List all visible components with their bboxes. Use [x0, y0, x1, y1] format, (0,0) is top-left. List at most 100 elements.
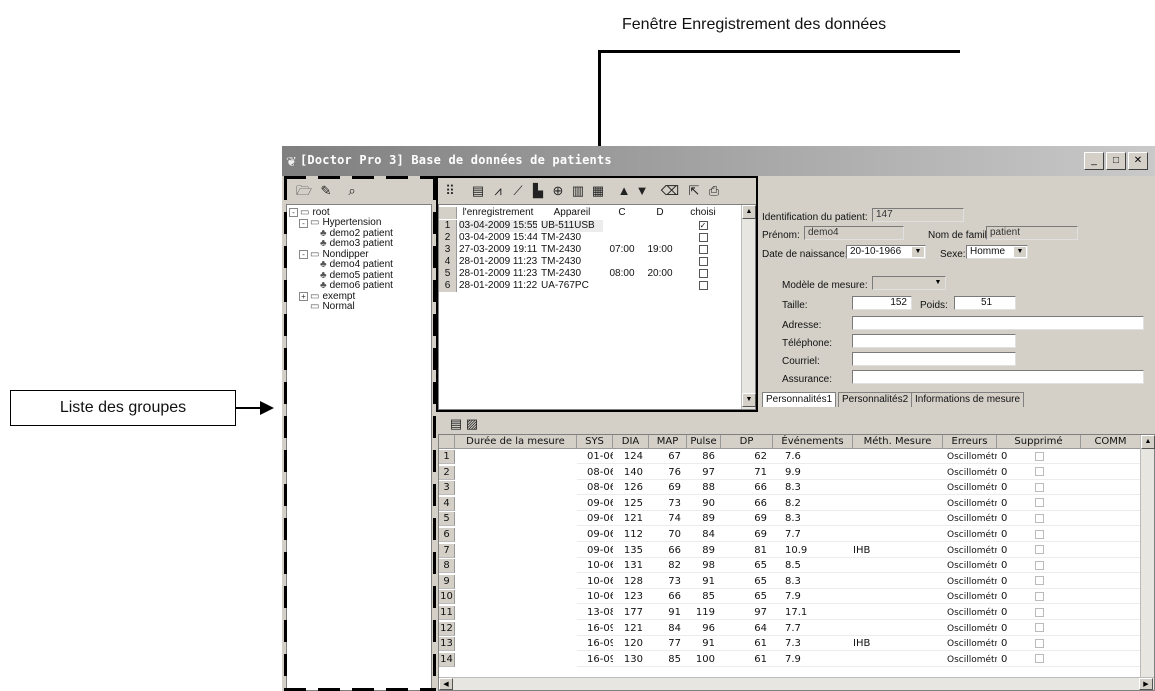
print-icon[interactable]: ⎙ [704, 181, 724, 201]
measures-column-header[interactable]: SYS [577, 435, 613, 449]
record-date[interactable]: 03-04-2009 15:55 [459, 220, 537, 232]
chevron-down-icon[interactable]: ▼ [1014, 247, 1026, 257]
tab-measure-info[interactable]: Informations de mesure [911, 392, 1025, 407]
measure-row-number[interactable]: 13 [439, 637, 455, 652]
tree-item[interactable]: ♣ demo3 patient [309, 239, 393, 250]
measures-column-header[interactable]: MAP [649, 435, 687, 449]
record-device[interactable]: TM-2430 [541, 268, 603, 280]
grid-icon[interactable]: ⠿ [440, 181, 460, 201]
measures-hscrollbar[interactable]: ◀ ▶ [439, 677, 1154, 690]
export-icon[interactable]: ⇱ [684, 181, 704, 201]
measure-deleted-checkbox[interactable] [1034, 545, 1044, 555]
measure-row-number[interactable]: 3 [439, 481, 455, 496]
measure-deleted-checkbox[interactable] [1034, 467, 1044, 477]
graph-view-icon[interactable]: ▨ [462, 414, 482, 434]
record-row-number[interactable]: 3 [439, 244, 457, 256]
lastname-field[interactable]: patient [986, 226, 1078, 240]
record-row-number[interactable]: 1 [439, 220, 457, 232]
birthdate-picker[interactable]: 20-10-1966 ▼ [846, 245, 926, 259]
measure-deleted-checkbox[interactable] [1034, 591, 1044, 601]
measure-deleted-checkbox[interactable] [1034, 451, 1044, 461]
record-checkbox[interactable]: ✓ [698, 220, 708, 230]
insurance-field[interactable] [852, 370, 1144, 384]
measure-row-number[interactable]: 8 [439, 559, 455, 574]
sort-down-icon[interactable]: ▼ [632, 181, 652, 201]
record-row-number[interactable]: 2 [439, 232, 457, 244]
measure-row-number[interactable]: 12 [439, 621, 455, 636]
phone-field[interactable] [852, 334, 1016, 348]
measure-deleted-checkbox[interactable] [1034, 623, 1044, 633]
record-row-number[interactable]: 4 [439, 256, 457, 268]
patient-id-field[interactable]: 147 [872, 208, 964, 222]
records-column-header[interactable]: D [643, 207, 677, 219]
measure-row-number[interactable]: 14 [439, 652, 455, 667]
record-row-number[interactable]: 5 [439, 268, 457, 280]
measures-column-header[interactable]: COMM [1081, 435, 1141, 449]
height-field[interactable]: 152 [852, 296, 912, 310]
measure-deleted-checkbox[interactable] [1034, 576, 1044, 586]
record-device[interactable]: UA-767PC [541, 280, 603, 292]
record-date[interactable]: 28-01-2009 11:22 [459, 280, 537, 292]
minimize-button[interactable]: _ [1084, 152, 1104, 170]
measure-deleted-checkbox[interactable] [1034, 482, 1044, 492]
histogram-icon[interactable]: ▥ [568, 181, 588, 201]
measure-row-number[interactable]: 4 [439, 496, 455, 511]
trend-chart-icon[interactable]: ⩘ [488, 181, 508, 201]
tree-item[interactable]: ♣ demo4 patient [309, 260, 393, 271]
record-device[interactable]: TM-2430 [541, 256, 603, 268]
records-scrollbar[interactable]: ▲ ▼ [741, 205, 756, 409]
record-device[interactable]: TM-2430 [541, 244, 603, 256]
measure-deleted-checkbox[interactable] [1034, 529, 1044, 539]
measure-row-number[interactable]: 2 [439, 465, 455, 480]
target-icon[interactable]: ⊕ [548, 181, 568, 201]
close-button[interactable]: ✕ [1128, 152, 1148, 170]
collapse-icon[interactable]: - [299, 250, 308, 259]
records-column-header[interactable]: choisi [685, 207, 721, 219]
records-column-header[interactable]: l'enregistrement [459, 207, 537, 219]
record-date[interactable]: 27-03-2009 19:11 [459, 244, 537, 256]
tree-item[interactable]: - ▭ Hypertension [299, 218, 381, 229]
scroll-left-icon[interactable]: ◀ [439, 678, 453, 690]
record-device[interactable]: UB-511USB [541, 220, 603, 232]
tab-personalities2[interactable]: Personnalités2 [838, 392, 913, 407]
record-checkbox[interactable] [698, 280, 708, 290]
eraser-icon[interactable]: ⌫ [660, 181, 680, 201]
record-date[interactable]: 28-01-2009 11:23 [459, 256, 537, 268]
measures-column-header[interactable]: Méth. Mesure [853, 435, 943, 449]
firstname-field[interactable]: demo4 [804, 226, 904, 240]
email-field[interactable] [852, 352, 1016, 366]
open-folder-icon[interactable]: 🗁 [294, 181, 314, 201]
bar-chart-icon[interactable]: ▙ [528, 181, 548, 201]
record-device[interactable]: TM-2430 [541, 232, 603, 244]
binoculars-icon[interactable]: ⌕ [342, 181, 362, 201]
measure-deleted-checkbox[interactable] [1034, 513, 1044, 523]
expand-icon[interactable]: + [299, 292, 308, 301]
record-checkbox[interactable] [698, 232, 708, 242]
list-icon[interactable]: ▤ [468, 181, 488, 201]
measure-row-number[interactable]: 11 [439, 606, 455, 620]
scroll-up-icon[interactable]: ▲ [742, 205, 756, 219]
record-date[interactable]: 03-04-2009 15:44 [459, 232, 537, 244]
tree-item[interactable]: ♣ demo6 patient [309, 281, 393, 292]
weight-field[interactable]: 51 [954, 296, 1016, 310]
measures-column-header[interactable]: Pulse [687, 435, 721, 449]
measure-deleted-checkbox[interactable] [1034, 607, 1044, 617]
maximize-button[interactable]: □ [1106, 152, 1126, 170]
sex-select[interactable]: Homme ▼ [966, 245, 1028, 259]
measures-column-header[interactable]: Durée de la mesure [455, 435, 577, 449]
measures-column-header[interactable]: Erreurs [943, 435, 997, 449]
chevron-down-icon[interactable]: ▼ [932, 278, 944, 288]
measures-scrollbar[interactable]: ▲ [1140, 435, 1155, 677]
edit-folder-icon[interactable]: ✎ [316, 181, 336, 201]
measures-column-header[interactable]: Supprimé [997, 435, 1081, 449]
measure-deleted-checkbox[interactable] [1034, 560, 1044, 570]
record-checkbox[interactable] [698, 256, 708, 266]
collapse-icon[interactable]: - [289, 208, 298, 217]
report-icon[interactable]: ▦ [588, 181, 608, 201]
chevron-down-icon[interactable]: ▼ [912, 247, 924, 257]
records-column-header[interactable]: Appareil [541, 207, 603, 219]
address-field[interactable] [852, 316, 1144, 330]
records-column-header[interactable]: C [605, 207, 639, 219]
collapse-icon[interactable]: - [299, 218, 308, 228]
scroll-down-icon[interactable]: ▼ [742, 393, 756, 407]
